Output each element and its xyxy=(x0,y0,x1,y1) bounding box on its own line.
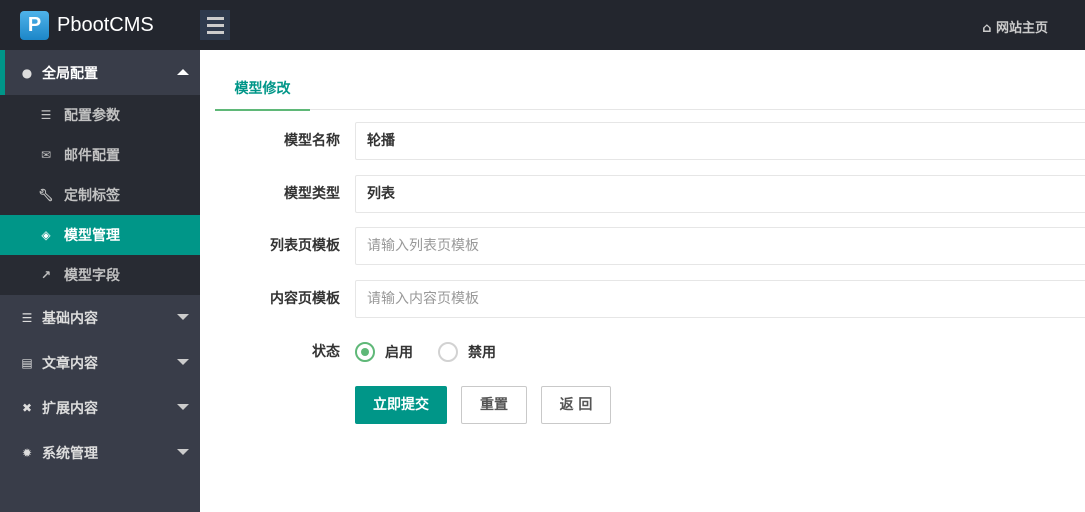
radio-disable[interactable]: 禁用 xyxy=(438,342,496,362)
radio-unchecked-icon xyxy=(438,342,458,362)
sidebar-group-label: 文章内容 xyxy=(42,355,98,372)
sidebar-submenu: ☰ 配置参数 ✉ 邮件配置 🔧︎ 定制标签 ◈ 模型管理 ↗ 模型字段 xyxy=(0,95,200,295)
content-template-input[interactable]: 请输入内容页模板 xyxy=(355,280,1085,318)
tab-bar: 模型修改 xyxy=(215,72,1085,111)
form-row-status: 状态 启用 禁用 xyxy=(200,333,1085,371)
name-label: 模型名称 xyxy=(284,133,340,149)
radio-label: 禁用 xyxy=(468,345,496,361)
back-button[interactable]: 返 回 xyxy=(541,386,611,424)
sidebar-group-system-management[interactable]: ✹ 系统管理 xyxy=(0,430,200,475)
sidebar-group-label: 系统管理 xyxy=(42,445,98,462)
sidebar-item-model-management[interactable]: ◈ 模型管理 xyxy=(0,215,200,255)
sidebar-group-label: 扩展内容 xyxy=(42,400,98,417)
sidebar-item-model-fields[interactable]: ↗ 模型字段 xyxy=(0,255,200,295)
sidebar: ● 全局配置 ☰ 配置参数 ✉ 邮件配置 🔧︎ 定制标签 ◈ 模型管理 ↗ 模型字段 ☰ 基… xyxy=(0,50,200,512)
model-name-input[interactable]: 轮播 xyxy=(355,122,1085,160)
caret-down-icon xyxy=(177,359,189,365)
sidebar-group-label: 全局配置 xyxy=(42,65,98,82)
form-row-type: 模型类型 列表 xyxy=(200,175,1085,213)
home-link[interactable]: ⌂ 网站主页 xyxy=(982,17,1048,36)
home-link-label: 网站主页 xyxy=(995,21,1048,36)
sidebar-item-label: 模型管理 xyxy=(64,228,120,244)
content-template-label: 内容页模板 xyxy=(270,291,340,307)
list-template-input[interactable]: 请输入列表页模板 xyxy=(355,227,1085,265)
sidebar-item-label: 邮件配置 xyxy=(64,148,120,164)
sidebar-item-label: 模型字段 xyxy=(64,268,120,284)
menu-toggle-button[interactable] xyxy=(200,10,230,40)
list-template-label: 列表页模板 xyxy=(270,238,340,254)
codepen-icon: ◈ xyxy=(41,228,51,242)
external-link-icon: ↗ xyxy=(40,268,52,282)
model-type-field[interactable]: 列表 xyxy=(355,175,1085,213)
caret-up-icon xyxy=(177,69,189,75)
sliders-icon: ☰ xyxy=(40,108,52,122)
sidebar-group-global-config[interactable]: ● 全局配置 xyxy=(0,50,200,95)
sidebar-item-label: 配置参数 xyxy=(64,108,120,124)
sliders-icon: ☰ xyxy=(21,310,33,325)
home-icon: ⌂ xyxy=(982,21,992,36)
file-text-icon: ▤ xyxy=(21,355,33,370)
sidebar-item-label: 定制标签 xyxy=(64,188,120,204)
caret-down-icon xyxy=(177,404,189,410)
radio-checked-icon xyxy=(355,342,375,362)
form-row-list-template: 列表页模板 请输入列表页模板 xyxy=(200,227,1085,265)
sidebar-item-mail-config[interactable]: ✉ 邮件配置 xyxy=(0,135,200,175)
top-header: P PbootCMS ⌂ 网站主页 xyxy=(0,0,1085,50)
sidebar-item-custom-tags[interactable]: 🔧︎ 定制标签 xyxy=(0,175,200,215)
radio-enable[interactable]: 启用 xyxy=(355,342,413,362)
caret-down-icon xyxy=(177,449,189,455)
globe-icon: ● xyxy=(21,65,33,80)
sidebar-group-extended-content[interactable]: ✖ 扩展内容 xyxy=(0,385,200,430)
brand-name: PbootCMS xyxy=(57,14,154,36)
type-label: 模型类型 xyxy=(284,186,340,202)
tab-model-edit[interactable]: 模型修改 xyxy=(215,72,310,111)
sidebar-group-label: 基础内容 xyxy=(42,310,98,327)
sidebar-item-config-params[interactable]: ☰ 配置参数 xyxy=(0,95,200,135)
main-content: 模型修改 模型名称 轮播 模型类型 列表 列表页模板 请输入列表页模板 内容页模… xyxy=(200,50,1085,512)
logo-icon: P xyxy=(20,11,49,40)
form-row-content-template: 内容页模板 请输入内容页模板 xyxy=(200,280,1085,318)
expand-icon: ✖ xyxy=(21,400,33,415)
sidebar-group-basic-content[interactable]: ☰ 基础内容 xyxy=(0,295,200,340)
submit-button[interactable]: 立即提交 xyxy=(355,386,447,424)
reset-button[interactable]: 重置 xyxy=(461,386,527,424)
wrench-icon: 🔧︎ xyxy=(38,188,54,202)
sidebar-group-article-content[interactable]: ▤ 文章内容 xyxy=(0,340,200,385)
caret-down-icon xyxy=(177,314,189,320)
envelope-icon: ✉ xyxy=(40,148,52,162)
radio-label: 启用 xyxy=(385,345,413,361)
form-row-name: 模型名称 轮播 xyxy=(200,122,1085,160)
status-label: 状态 xyxy=(312,344,340,360)
logo[interactable]: P PbootCMS xyxy=(20,11,154,40)
gear-icon: ✹ xyxy=(21,445,33,460)
